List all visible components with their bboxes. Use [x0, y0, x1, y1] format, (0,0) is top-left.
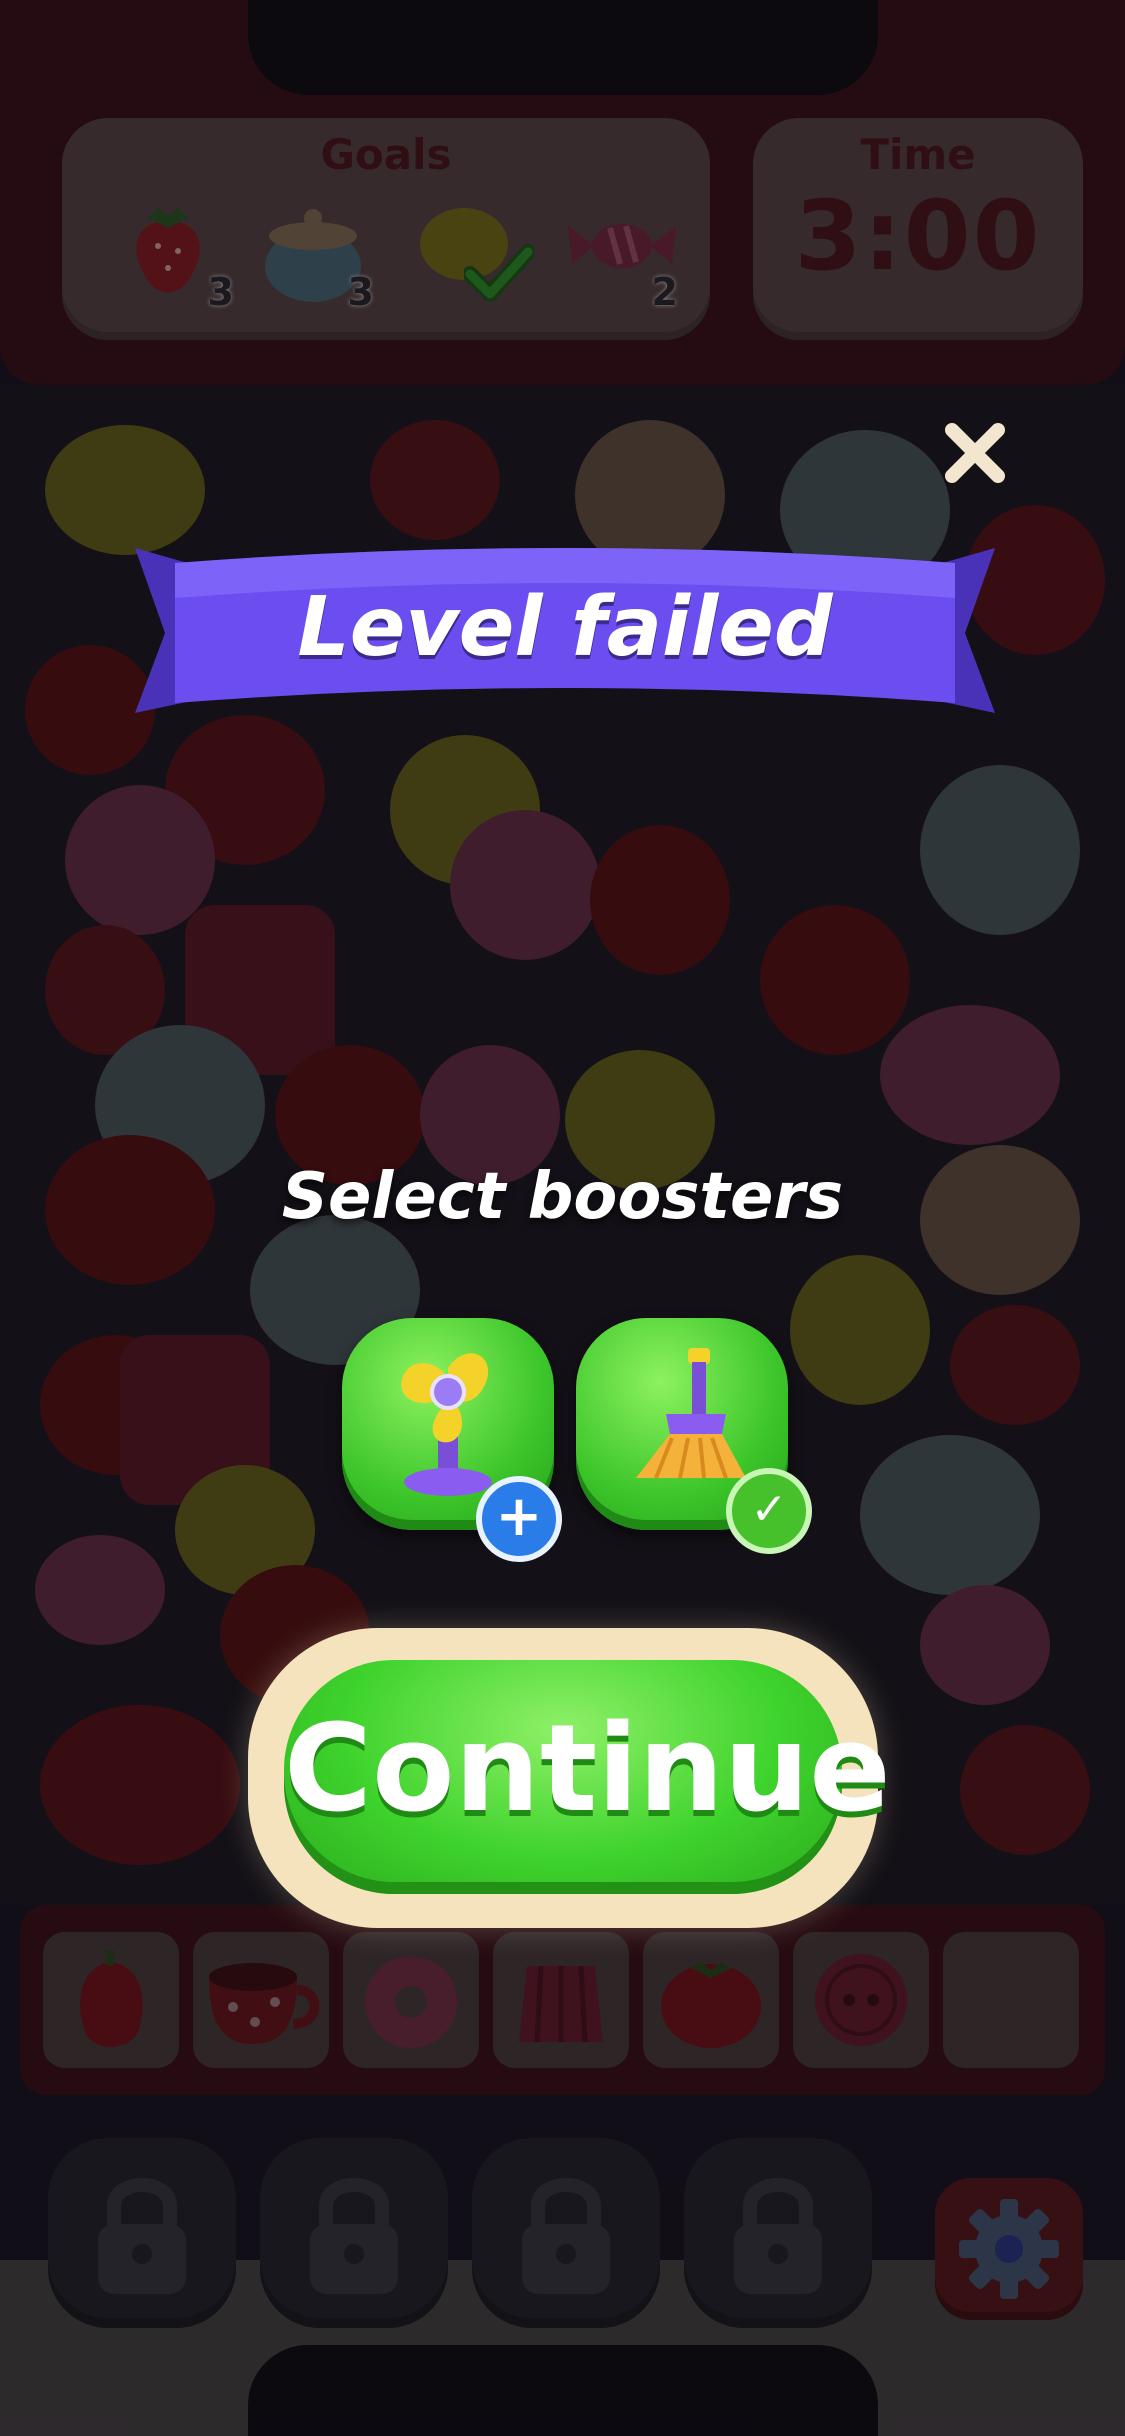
close-button[interactable]	[940, 418, 1010, 488]
dialog-title: Level failed	[297, 580, 833, 675]
booster-selected-badge: ✓	[726, 1468, 812, 1554]
continue-label[interactable]: Continue	[284, 1700, 891, 1839]
close-icon	[945, 423, 1005, 483]
boosters-heading: Select boosters	[281, 1160, 844, 1234]
plus-icon: +	[495, 1484, 543, 1549]
add-booster-badge[interactable]: +	[476, 1476, 562, 1562]
check-icon: ✓	[750, 1484, 788, 1535]
